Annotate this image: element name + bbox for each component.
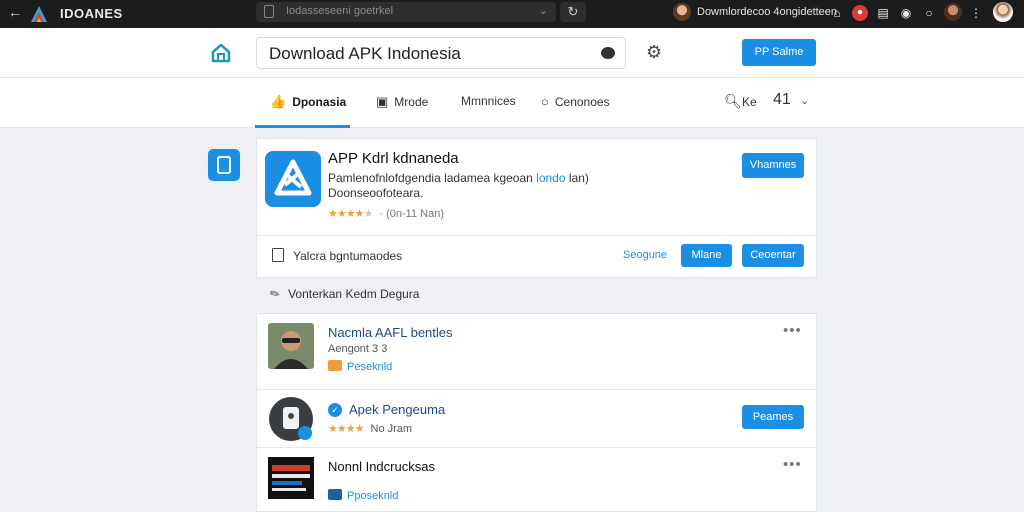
back-arrow-icon[interactable]: ← <box>8 4 22 20</box>
verified-icon: ✓ <box>328 403 342 417</box>
search-icon[interactable]: 🔍︎ <box>724 93 742 110</box>
tab-cenonoes[interactable]: ○ Cenonoes <box>541 94 610 109</box>
list-action-button[interactable]: Peames <box>742 405 804 429</box>
tab-dponasia[interactable]: 👍 Dponasia <box>270 94 346 110</box>
list-item-title[interactable]: Apek Pengeuma <box>349 402 445 417</box>
circle-icon: ○ <box>541 94 549 109</box>
star-rating-icon: ★★★★ <box>328 423 364 435</box>
list-item-subtitle: Aengont 3 3 <box>328 343 388 355</box>
list-item-title[interactable]: Nonnl Indcrucksas <box>328 459 435 474</box>
avatar <box>268 323 314 369</box>
refresh-icon[interactable]: ↻ <box>560 2 586 22</box>
search-input[interactable]: Download APK Indonesia <box>256 37 626 69</box>
tag-icon <box>328 489 342 500</box>
desc-text-2: Doonseoofoteara. <box>328 186 424 200</box>
profile-avatar[interactable] <box>673 3 691 21</box>
tab-mmnnices[interactable]: Mmnnices <box>461 94 516 108</box>
star-rating-icon: ★★★★★ <box>328 208 373 220</box>
app-thumbnail-icon <box>269 397 313 441</box>
search-query: Download APK Indonesia <box>269 44 461 63</box>
app-thumbnail-icon <box>268 457 314 499</box>
rating-count: (0n-11 Nan) <box>386 208 445 220</box>
brand-name: IDOANES <box>60 6 123 21</box>
app-rating: ★★★★★ · (0n-11 Nan) <box>328 208 445 220</box>
app-description: Pamlenofnlofdgendia ladamea kgeoan londo… <box>328 171 628 201</box>
app-card: APP Kdrl kdnaneda Pamlenofnlofdgendia la… <box>256 138 817 278</box>
desc-link[interactable]: londo <box>536 171 565 185</box>
home-icon[interactable] <box>210 42 232 64</box>
app-list: Nacmla AAFL bentles Aengont 3 3 Peseknld… <box>256 313 817 512</box>
profile-name[interactable]: Dowmlordecoo 4ongidetteen <box>697 6 837 18</box>
list-item-tag: Peseknld <box>328 360 392 373</box>
install-button[interactable]: Vhamnes <box>742 153 804 178</box>
more-options-icon[interactable]: ••• <box>783 322 802 339</box>
section-heading: ✎ Vonterkan Kedm Degura <box>267 285 420 303</box>
app-logo-icon <box>31 6 47 22</box>
home-icon[interactable]: ⌂ <box>829 5 845 21</box>
tab-label: Mmnnices <box>461 94 516 108</box>
side-app-badge-icon[interactable] <box>208 149 240 181</box>
settings-gear-icon[interactable]: ⚙ <box>646 42 662 63</box>
pencil-icon: ✎ <box>267 285 283 303</box>
list-item-tag: Pposeknld <box>328 489 398 502</box>
count-number: 41 <box>773 91 791 108</box>
app-title: APP Kdrl kdnaneda <box>328 150 459 167</box>
account-avatar[interactable] <box>993 2 1013 22</box>
tag-icon <box>328 360 342 371</box>
card-action-button-2[interactable]: Ceoentar <box>742 244 804 267</box>
list-item-rating: ★★★★ No Jram <box>328 422 412 435</box>
address-bar[interactable]: Iodasseseeni goetrkel ⌄ <box>256 2 556 22</box>
filter-label[interactable]: Ke <box>742 95 757 109</box>
tab-label: Mrode <box>394 95 429 109</box>
list-item-title[interactable]: Nacmla AAFL bentles <box>328 325 453 340</box>
card-footer-label[interactable]: Yalcra bgntumaodes <box>293 249 402 263</box>
url-text: Iodasseseeni goetrkel <box>286 5 394 17</box>
user-avatar[interactable] <box>944 3 962 21</box>
section-label: Vonterkan Kedm Degura <box>288 287 420 301</box>
app-icon[interactable] <box>265 151 321 207</box>
divider <box>257 235 816 236</box>
square-icon: ▣ <box>376 94 389 109</box>
bookmark-icon[interactable] <box>272 248 284 262</box>
tab-label: Cenonoes <box>554 95 610 109</box>
voice-search-icon[interactable] <box>601 47 615 59</box>
desc-text-end: lan) <box>565 171 589 185</box>
circle-icon[interactable]: ◉ <box>898 5 914 21</box>
tab-mrode[interactable]: ▣ Mrode <box>376 94 428 110</box>
list-item[interactable]: Nonnl Indcrucksas Pposeknld ••• <box>257 448 816 512</box>
circle-icon[interactable]: ○ <box>921 5 937 21</box>
desc-text: Pamlenofnlofdgendia ladamea kgeoan <box>328 171 537 185</box>
tab-label: Dponasia <box>292 95 347 109</box>
document-icon[interactable]: ▤ <box>875 5 891 21</box>
site-header: Download APK Indonesia ⚙ PP Salme <box>0 28 1024 78</box>
browser-top-bar: ← IDOANES Iodasseseeni goetrkel ⌄ ↻ Dowm… <box>0 0 1024 28</box>
lock-icon <box>264 5 274 18</box>
list-item[interactable]: Nacmla AAFL bentles Aengont 3 3 Peseknld… <box>257 314 816 390</box>
rating-label: No Jram <box>370 423 413 435</box>
header-cta-button[interactable]: PP Salme <box>742 39 816 66</box>
menu-dots-icon[interactable]: ⋮ <box>968 5 984 21</box>
chevron-down-icon[interactable]: ⌄ <box>800 94 809 107</box>
list-item[interactable]: ✓ Apek Pengeuma ★★★★ No Jram Peames <box>257 390 816 448</box>
text-action-button[interactable]: Seogune <box>623 249 667 261</box>
more-options-icon[interactable]: ••• <box>783 456 802 473</box>
card-action-button-1[interactable]: Mlane <box>681 244 732 267</box>
active-tab-indicator <box>255 125 350 128</box>
chevron-down-icon[interactable]: ⌄ <box>539 4 548 17</box>
notification-icon[interactable]: ● <box>852 5 868 21</box>
tag-label: Pposeknld <box>347 490 399 502</box>
thumbs-up-icon: 👍 <box>270 94 287 109</box>
tab-bar: 👍 Dponasia ▣ Mrode Mmnnices ○ Cenonoes 🔍︎ K… <box>0 78 1024 128</box>
tag-label: Peseknld <box>347 361 393 373</box>
